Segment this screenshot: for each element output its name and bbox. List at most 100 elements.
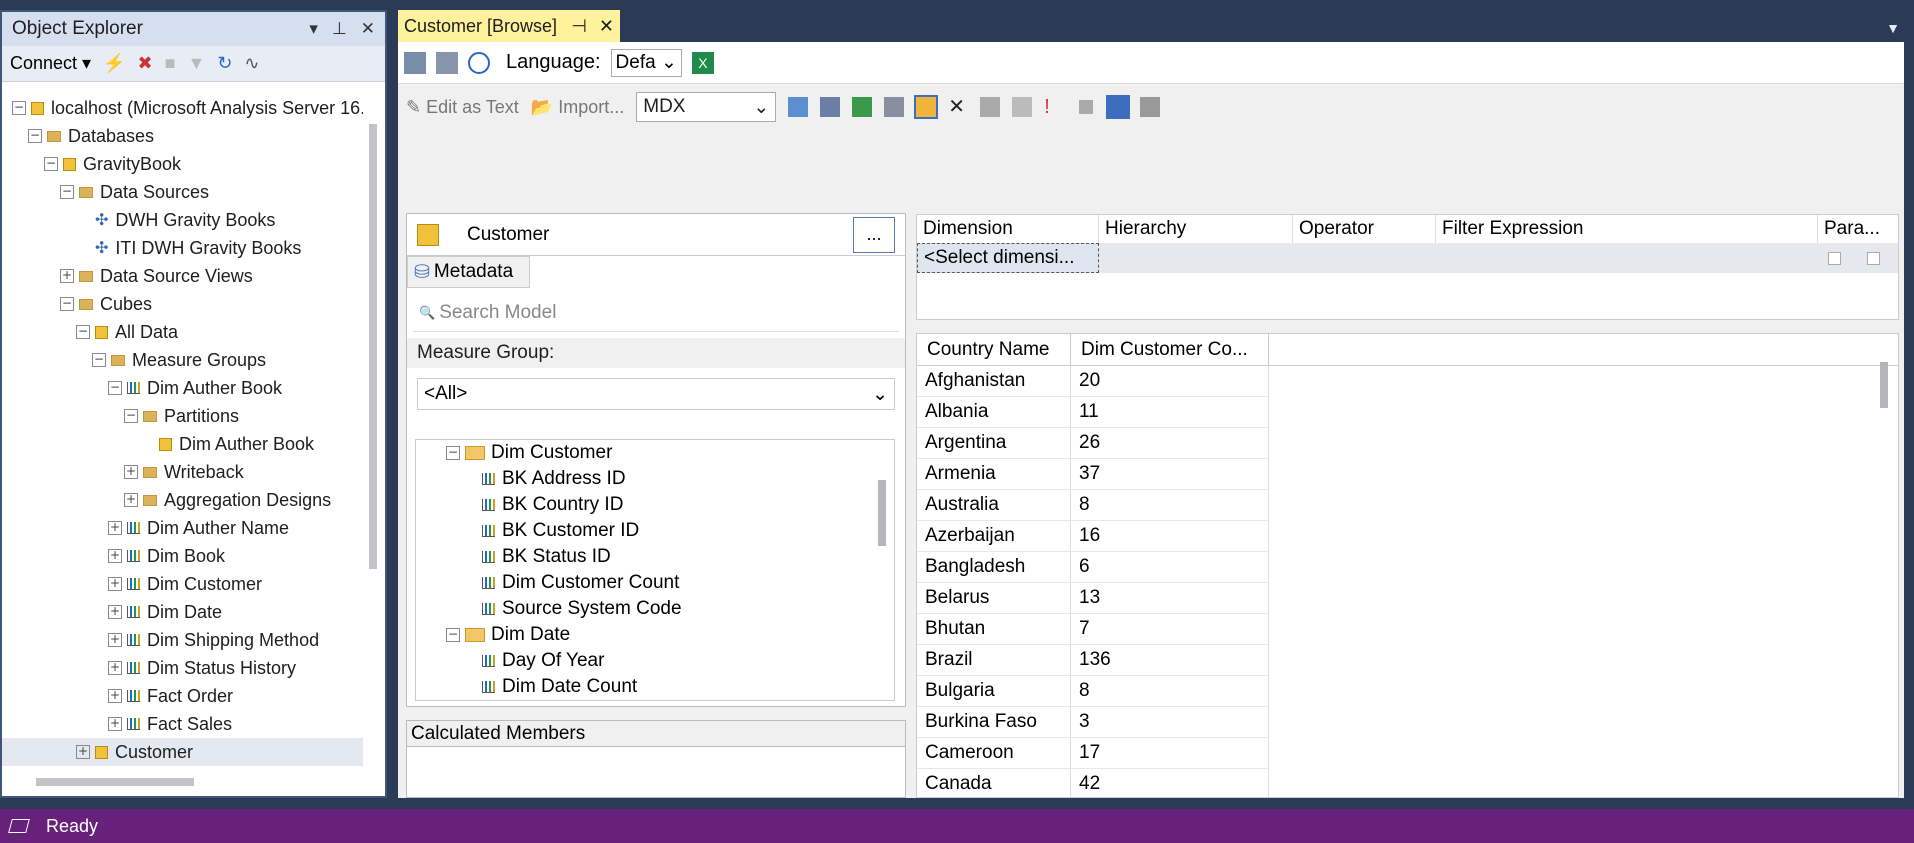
pin-icon[interactable]: ⊥	[332, 19, 347, 39]
refresh-query-icon[interactable]	[1012, 97, 1033, 117]
select-cube-button[interactable]: ...	[853, 216, 895, 253]
results-scrollbar[interactable]	[1880, 362, 1888, 408]
tree-node[interactable]: + Dim Book	[2, 542, 363, 570]
customer-count-cell[interactable]: 20	[1071, 366, 1269, 397]
collapse-icon[interactable]: −	[44, 157, 58, 171]
tree-node[interactable]: + Dim Customer	[2, 570, 363, 598]
refresh-icon[interactable]: ↻	[217, 53, 232, 74]
customer-count-cell[interactable]: 17	[1071, 738, 1269, 769]
activity-monitor-icon[interactable]: ∿	[244, 53, 259, 74]
collapse-icon[interactable]: −	[446, 628, 460, 642]
tree-node[interactable]: − Dim Auther Book	[2, 374, 363, 402]
metadata-scrollbar[interactable]	[878, 480, 886, 546]
filter-col-operator[interactable]: Operator	[1293, 215, 1436, 243]
change-user-icon[interactable]	[436, 51, 458, 74]
metadata-node[interactable]: BK Address ID	[416, 466, 894, 492]
collapse-icon[interactable]: −	[76, 325, 90, 339]
tree-node[interactable]: + Writeback	[2, 458, 363, 486]
customer-count-cell[interactable]: 136	[1071, 645, 1269, 676]
metadata-node[interactable]: − Dim Customer	[416, 440, 894, 466]
customer-count-cell[interactable]: 42	[1071, 769, 1269, 797]
tree-node[interactable]: − Data Sources	[2, 178, 363, 206]
country-name-cell[interactable]: Azerbaijan	[917, 521, 1071, 552]
collapse-icon[interactable]: −	[28, 129, 42, 143]
country-name-cell[interactable]: Argentina	[917, 428, 1071, 459]
filter-col-expression[interactable]: Filter Expression	[1436, 215, 1818, 243]
tree-horizontal-scrollbar[interactable]	[36, 778, 194, 786]
tree-node[interactable]: − Cubes	[2, 290, 363, 318]
language-select[interactable]: Defa ⌄	[610, 48, 682, 77]
customer-count-cell[interactable]: 3	[1071, 707, 1269, 738]
edit-as-text-button[interactable]: ✎ Edit as Text	[406, 97, 519, 118]
metadata-node[interactable]: Dim Date Count	[416, 674, 894, 700]
cancel-query-icon[interactable]	[1079, 100, 1094, 114]
add-calculated-member-icon[interactable]	[852, 97, 873, 117]
collapse-icon[interactable]: −	[60, 297, 74, 311]
query-type-select[interactable]: MDX ⌄	[636, 92, 777, 122]
collapse-icon[interactable]: −	[12, 101, 26, 115]
customer-count-cell[interactable]: 37	[1071, 459, 1269, 490]
parameter-checkbox[interactable]	[1867, 251, 1880, 265]
tree-node[interactable]: Dim Auther Book	[2, 430, 363, 458]
tree-node[interactable]: − localhost (Microsoft Analysis Server 16…	[2, 94, 363, 122]
search-model-input[interactable]: 🔍 Search Model	[413, 294, 899, 332]
expand-icon[interactable]: +	[108, 577, 122, 591]
tree-node[interactable]: − Partitions	[2, 402, 363, 430]
tree-node[interactable]: − Measure Groups	[2, 346, 363, 374]
tree-node[interactable]: ✣ DWH Gravity Books	[2, 206, 363, 234]
tree-node[interactable]: + Fact Order	[2, 682, 363, 710]
expand-icon[interactable]: +	[108, 549, 122, 563]
metadata-node[interactable]: BK Customer ID	[416, 518, 894, 544]
expand-icon[interactable]: +	[76, 745, 90, 759]
refresh-icon[interactable]	[468, 51, 490, 74]
country-name-cell[interactable]: Albania	[917, 397, 1071, 428]
tree-node[interactable]: − All Data	[2, 318, 363, 346]
import-button[interactable]: 📂 Import...	[531, 97, 624, 118]
customer-count-cell[interactable]: 6	[1071, 552, 1269, 583]
country-name-cell[interactable]: Armenia	[917, 459, 1071, 490]
customer-count-cell[interactable]: 7	[1071, 614, 1269, 645]
country-name-cell[interactable]: Canada	[917, 769, 1071, 797]
metadata-node[interactable]: − Dim Date	[416, 622, 894, 648]
country-name-cell[interactable]: Bangladesh	[917, 552, 1071, 583]
metadata-node[interactable]: Source System Code	[416, 596, 894, 622]
customer-count-cell[interactable]: 16	[1071, 521, 1269, 552]
tree-vertical-scrollbar[interactable]	[369, 124, 377, 569]
metadata-node[interactable]: BK Status ID	[416, 544, 894, 570]
close-icon[interactable]: ✕	[361, 19, 375, 39]
parameters-icon[interactable]	[980, 97, 1001, 117]
switch-view-icon[interactable]	[884, 97, 905, 117]
collapse-icon[interactable]: −	[60, 185, 74, 199]
collapse-icon[interactable]: −	[124, 409, 138, 423]
tree-node[interactable]: − Databases	[2, 122, 363, 150]
customer-count-cell[interactable]: 8	[1071, 676, 1269, 707]
tree-node[interactable]: + Customer	[2, 738, 363, 766]
results-col-customer-count[interactable]: Dim Customer Co...	[1071, 334, 1269, 365]
tree-node[interactable]: + Dim Auther Name	[2, 514, 363, 542]
connect-plug-icon[interactable]: ⚡	[103, 53, 125, 74]
metadata-node[interactable]: Day Of Year	[416, 648, 894, 674]
filter-col-parameters[interactable]: Para...	[1818, 215, 1898, 243]
tab-list-dropdown-icon[interactable]: ▼	[1886, 20, 1900, 36]
tree-node[interactable]: + Aggregation Designs	[2, 486, 363, 514]
expand-icon[interactable]: +	[108, 605, 122, 619]
tree-node[interactable]: + Fact Sales	[2, 710, 363, 738]
country-name-cell[interactable]: Bhutan	[917, 614, 1071, 645]
excel-icon[interactable]: X	[691, 51, 714, 74]
execute-icon[interactable]: !	[1044, 97, 1064, 117]
tree-node[interactable]: − GravityBook	[2, 150, 363, 178]
expand-icon[interactable]: +	[108, 717, 122, 731]
stop-icon[interactable]: ■	[165, 53, 176, 74]
show-empty-cells-icon[interactable]	[914, 95, 939, 119]
show-filter-icon[interactable]	[1140, 97, 1161, 117]
tab-customer-browse[interactable]: Customer [Browse] ⊣ ✕	[398, 10, 620, 42]
customer-count-cell[interactable]: 8	[1071, 490, 1269, 521]
tree-node[interactable]: + Dim Shipping Method	[2, 626, 363, 654]
window-position-icon[interactable]: ▾	[309, 19, 318, 39]
country-name-cell[interactable]: Bulgaria	[917, 676, 1071, 707]
close-tab-icon[interactable]: ✕	[599, 16, 614, 37]
country-name-cell[interactable]: Brazil	[917, 645, 1071, 676]
country-name-cell[interactable]: Australia	[917, 490, 1071, 521]
connect-button[interactable]: Connect ▾	[10, 53, 91, 74]
tree-node[interactable]: + Dim Date	[2, 598, 363, 626]
